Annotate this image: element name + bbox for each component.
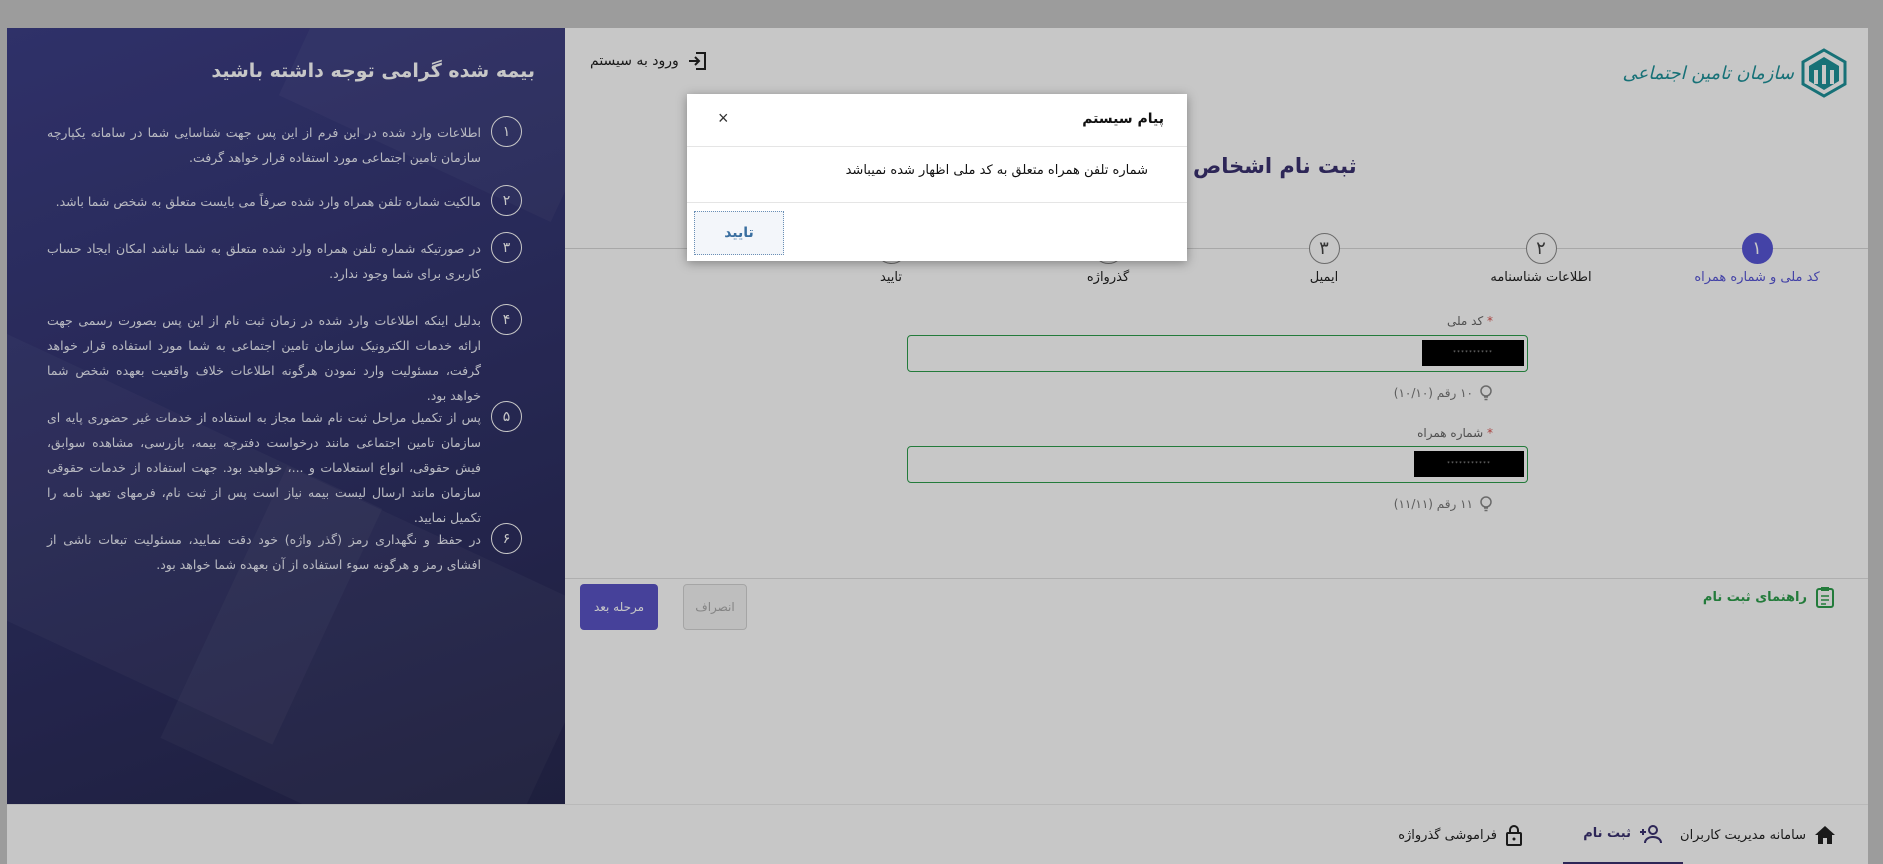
- dialog-title: پیام سیستم: [1082, 111, 1164, 127]
- modal-overlay[interactable]: پیام سیستم × شماره تلفن همراه متعلق به ک…: [0, 0, 1883, 864]
- dialog-message: شماره تلفن همراه متعلق به کد ملی اظهار ش…: [845, 163, 1148, 178]
- system-message-dialog: پیام سیستم × شماره تلفن همراه متعلق به ک…: [687, 94, 1187, 261]
- confirm-button[interactable]: تایید: [694, 211, 784, 255]
- close-icon[interactable]: ×: [718, 108, 729, 129]
- dialog-body: شماره تلفن همراه متعلق به کد ملی اظهار ش…: [687, 147, 1187, 203]
- dialog-header: پیام سیستم ×: [687, 94, 1187, 147]
